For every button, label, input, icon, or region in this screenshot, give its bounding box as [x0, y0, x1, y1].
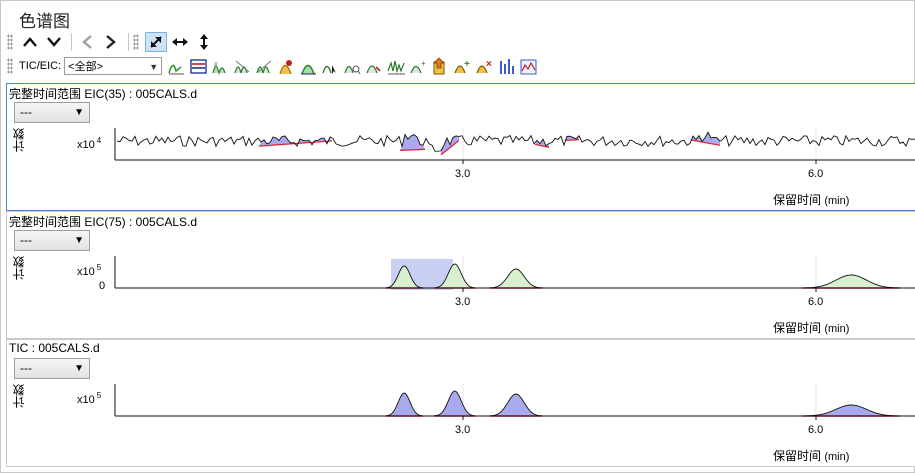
- autoscale-both-button[interactable]: [145, 32, 167, 52]
- integrate-all-icon[interactable]: [232, 56, 252, 76]
- autoscale-x-button[interactable]: [169, 32, 191, 52]
- forward-button[interactable]: [100, 32, 122, 52]
- x-tick-label: 3.0: [455, 168, 471, 180]
- export-icon[interactable]: [430, 56, 450, 76]
- chevron-down-icon: ▼: [149, 62, 159, 72]
- integrated-peak-area: [489, 269, 543, 288]
- tic-eic-label: TIC/EIC:: [19, 60, 62, 72]
- compare-icon[interactable]: [518, 56, 538, 76]
- x-tick-label: 3.0: [455, 424, 471, 436]
- integrated-peak-area: [802, 275, 901, 288]
- peak-purity-icon[interactable]: [276, 56, 296, 76]
- tic-eic-select[interactable]: <全部> ▼: [64, 57, 163, 75]
- svg-text:×: ×: [486, 59, 492, 70]
- x-axis-label: 保留时间 (min): [773, 191, 849, 208]
- chromatogram-window: 色谱图 TIC/EIC: <全部> ▼ ≡ + + × 完整时间范围 EIC(3…: [0, 0, 915, 473]
- zoom-peak-icon[interactable]: [320, 56, 340, 76]
- previous-chromatogram-button[interactable]: [19, 32, 41, 52]
- toolbar-tools: TIC/EIC: <全部> ▼ ≡ + + ×: [7, 55, 540, 77]
- integrated-peak-area: [400, 134, 425, 151]
- svg-text:≡: ≡: [214, 62, 218, 68]
- extract-chromatogram-icon[interactable]: [166, 56, 186, 76]
- chromatogram-panel[interactable]: 完整时间范围 EIC(75) : 005CALS.d --- ▼ 计数 x10 5 0 3.0…: [6, 211, 915, 339]
- x-axis-unit: (min): [824, 323, 850, 335]
- toolbar-grip[interactable]: [7, 58, 13, 74]
- integrated-peak-area: [489, 394, 543, 416]
- deconvolution-icon[interactable]: [386, 56, 406, 76]
- integrate-icon[interactable]: ≡: [210, 56, 230, 76]
- x-axis-label: 保留时间 (min): [773, 447, 849, 464]
- x-tick-label: 6.0: [808, 296, 824, 308]
- integrated-peak-area: [802, 405, 901, 416]
- toolbar-grip[interactable]: [133, 34, 139, 50]
- x-tick-label: 3.0: [455, 296, 471, 308]
- x-axis-label-text: 保留时间: [773, 321, 825, 335]
- toolbar-grip[interactable]: [7, 34, 13, 50]
- toolbar-navigation: [7, 31, 217, 53]
- smooth-icon[interactable]: [342, 56, 362, 76]
- chromatogram-list-icon[interactable]: [188, 56, 208, 76]
- integrated-peak-area: [385, 393, 423, 416]
- delete-from-list-icon[interactable]: ×: [474, 56, 494, 76]
- svg-text:+: +: [464, 59, 470, 70]
- baseline-icon[interactable]: [364, 56, 384, 76]
- integrated-peak-area: [434, 391, 476, 416]
- x-axis-unit: (min): [824, 195, 850, 207]
- back-button[interactable]: [76, 32, 98, 52]
- x-tick-label: 6.0: [808, 424, 824, 436]
- next-chromatogram-button[interactable]: [43, 32, 65, 52]
- peak-table-icon[interactable]: [496, 56, 516, 76]
- clear-integration-icon[interactable]: [254, 56, 274, 76]
- x-axis-unit: (min): [824, 451, 850, 463]
- chromatogram-panel[interactable]: 完整时间范围 EIC(35) : 005CALS.d --- ▼ 计数 x10 4 3.0 6…: [6, 83, 915, 211]
- toolbar-separator: [71, 33, 72, 51]
- autoscale-y-button[interactable]: [193, 32, 215, 52]
- chromatogram-panel[interactable]: TIC : 005CALS.d --- ▼ 计数 x10 5 3.0 6.0 保留时间 (min…: [6, 339, 915, 467]
- svg-text:+: +: [421, 59, 426, 68]
- peak-baseline: [564, 139, 580, 142]
- x-axis-label: 保留时间 (min): [773, 319, 849, 336]
- x-axis-label-text: 保留时间: [773, 449, 825, 463]
- x-axis-label-text: 保留时间: [773, 193, 825, 207]
- window-title: 色谱图: [19, 12, 70, 31]
- signal-trace: [116, 131, 915, 152]
- add-peak-icon[interactable]: +: [408, 56, 428, 76]
- tic-eic-value: <全部>: [68, 61, 104, 73]
- toolbar-separator: [128, 33, 129, 51]
- add-to-list-icon[interactable]: +: [452, 56, 472, 76]
- x-tick-label: 6.0: [808, 168, 824, 180]
- tool-icon-group: ≡ + + ×: [166, 56, 540, 76]
- select-peak-icon[interactable]: [298, 56, 318, 76]
